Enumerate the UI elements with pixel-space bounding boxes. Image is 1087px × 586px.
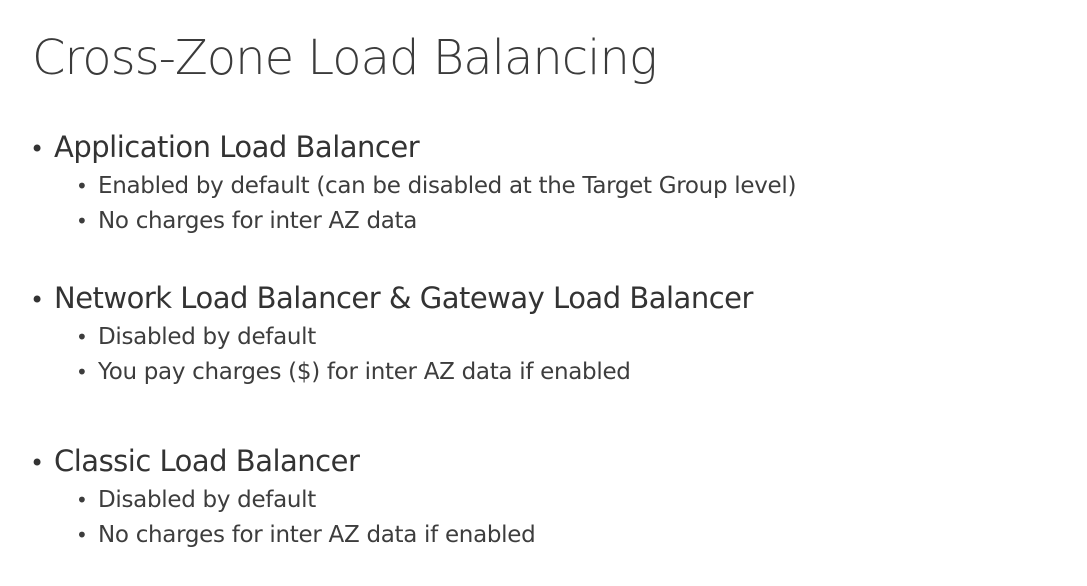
heading-text: Network Load Balancer & Gateway Load Bal… [54,281,753,315]
sub-bullet-text: Disabled by default [98,324,316,350]
bullet-heading: • Classic Load Balancer [30,439,1070,483]
sub-bullet: • No charges for inter AZ data [76,204,1070,239]
heading-text: Application Load Balancer [54,130,420,164]
sub-bullet-text: No charges for inter AZ data [98,208,418,234]
slide: Cross-Zone Load Balancing • Application … [0,0,1087,586]
sub-bullet-text: Enabled by default (can be disabled at t… [98,173,797,199]
section-network-gateway-load-balancer: • Network Load Balancer & Gateway Load B… [30,276,1070,390]
section-application-load-balancer: • Application Load Balancer • Enabled by… [30,125,1070,239]
bullet-icon: • [76,209,88,233]
sub-bullet-text: No charges for inter AZ data if enabled [98,522,536,548]
bullet-heading: • Network Load Balancer & Gateway Load B… [30,276,1070,320]
bullet-icon: • [76,325,88,349]
bullet-icon: • [76,360,88,384]
sub-bullet: • Disabled by default [76,320,1070,355]
bullet-icon: • [30,135,44,163]
sub-bullet: • Enabled by default (can be disabled at… [76,169,1070,204]
bullet-icon: • [30,449,44,477]
sub-bullet-text: You pay charges ($) for inter AZ data if… [98,359,631,385]
sub-bullet: • You pay charges ($) for inter AZ data … [76,355,1070,390]
section-classic-load-balancer: • Classic Load Balancer • Disabled by de… [30,439,1070,553]
slide-title: Cross-Zone Load Balancing [32,30,658,86]
heading-text: Classic Load Balancer [54,444,360,478]
sub-bullet-text: Disabled by default [98,487,316,513]
bullet-heading: • Application Load Balancer [30,125,1070,169]
bullet-icon: • [76,488,88,512]
bullet-icon: • [76,523,88,547]
bullet-icon: • [30,286,44,314]
sub-bullet: • Disabled by default [76,483,1070,518]
bullet-icon: • [76,174,88,198]
sub-bullet: • No charges for inter AZ data if enable… [76,518,1070,553]
